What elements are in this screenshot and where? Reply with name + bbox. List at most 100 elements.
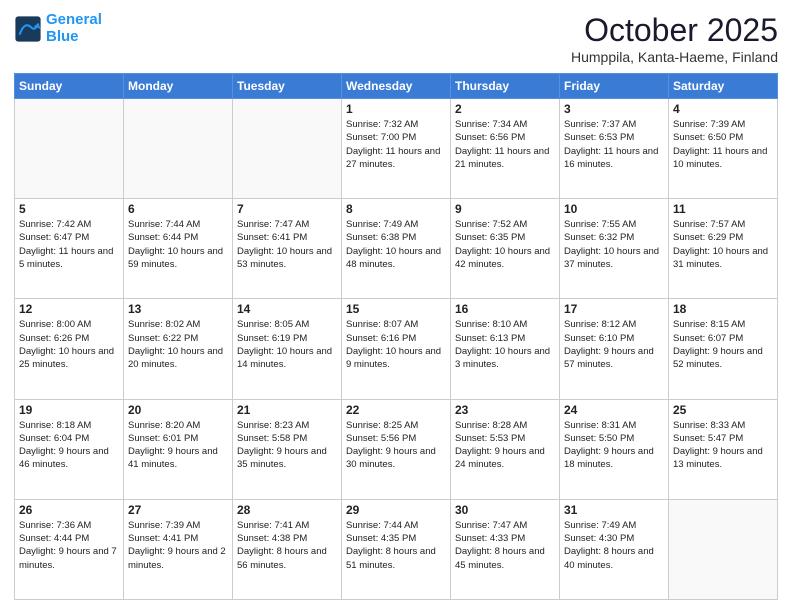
day-number: 14 [237,302,337,316]
week-row-3: 19 Sunrise: 8:18 AM Sunset: 6:04 PM Dayli… [15,399,778,499]
calendar-table: SundayMondayTuesdayWednesdayThursdayFrid… [14,73,778,600]
day-info: Sunrise: 8:05 AM Sunset: 6:19 PM Dayligh… [237,318,337,371]
calendar-cell [124,99,233,199]
day-number: 3 [564,102,664,116]
day-number: 12 [19,302,119,316]
calendar-cell: 4 Sunrise: 7:39 AM Sunset: 6:50 PM Daylig… [669,99,778,199]
week-row-4: 26Sunrise: 7:36 AM Sunset: 4:44 PM Dayli… [15,499,778,599]
day-info: Sunrise: 8:18 AM Sunset: 6:04 PM Dayligh… [19,419,119,472]
day-number: 27 [128,503,228,517]
day-info: Sunrise: 7:42 AM Sunset: 6:47 PM Dayligh… [19,218,119,271]
weekday-header-friday: Friday [560,74,669,99]
calendar-cell: 12 Sunrise: 8:00 AM Sunset: 6:26 PM Dayli… [15,299,124,399]
day-number: 6 [128,202,228,216]
day-info: Sunrise: 8:02 AM Sunset: 6:22 PM Dayligh… [128,318,228,371]
day-info: Sunrise: 7:41 AM Sunset: 4:38 PM Dayligh… [237,519,337,572]
day-number: 19 [19,403,119,417]
day-info: Sunrise: 7:39 AM Sunset: 6:50 PM Dayligh… [673,118,773,171]
calendar-cell: 20 Sunrise: 8:20 AM Sunset: 6:01 PM Dayli… [124,399,233,499]
weekday-header-sunday: Sunday [15,74,124,99]
calendar-cell: 26Sunrise: 7:36 AM Sunset: 4:44 PM Dayli… [15,499,124,599]
calendar-cell: 5 Sunrise: 7:42 AM Sunset: 6:47 PM Daylig… [15,199,124,299]
day-info: Sunrise: 8:20 AM Sunset: 6:01 PM Dayligh… [128,419,228,472]
month-title: October 2025 [571,12,778,49]
calendar-cell: 18Sunrise: 8:15 AM Sunset: 6:07 PM Dayli… [669,299,778,399]
title-block: October 2025 Humppila, Kanta-Haeme, Finl… [571,12,778,65]
calendar-cell: 27 Sunrise: 7:39 AM Sunset: 4:41 PM Dayli… [124,499,233,599]
calendar-cell: 17 Sunrise: 8:12 AM Sunset: 6:10 PM Dayli… [560,299,669,399]
day-info: Sunrise: 7:55 AM Sunset: 6:32 PM Dayligh… [564,218,664,271]
logo-line2: Blue [46,28,79,45]
calendar-cell: 30 Sunrise: 7:47 AM Sunset: 4:33 PM Dayli… [451,499,560,599]
day-number: 7 [237,202,337,216]
day-number: 25 [673,403,773,417]
calendar-cell: 9Sunrise: 7:52 AM Sunset: 6:35 PM Daylig… [451,199,560,299]
logo-line1: General [46,11,102,28]
calendar-cell [15,99,124,199]
weekday-header-row: SundayMondayTuesdayWednesdayThursdayFrid… [15,74,778,99]
calendar-cell: 14 Sunrise: 8:05 AM Sunset: 6:19 PM Dayli… [233,299,342,399]
day-number: 22 [346,403,446,417]
day-info: Sunrise: 7:39 AM Sunset: 4:41 PM Dayligh… [128,519,228,572]
calendar-cell: 31 Sunrise: 7:49 AM Sunset: 4:30 PM Dayli… [560,499,669,599]
calendar-cell: 19 Sunrise: 8:18 AM Sunset: 6:04 PM Dayli… [15,399,124,499]
calendar-cell: 23 Sunrise: 8:28 AM Sunset: 5:53 PM Dayli… [451,399,560,499]
day-number: 20 [128,403,228,417]
day-number: 21 [237,403,337,417]
logo: General Blue [14,12,102,45]
calendar-cell: 24Sunrise: 8:31 AM Sunset: 5:50 PM Dayli… [560,399,669,499]
header: General Blue October 2025 Humppila, Kant… [14,12,778,65]
day-number: 8 [346,202,446,216]
day-info: Sunrise: 8:15 AM Sunset: 6:07 PM Dayligh… [673,318,773,371]
calendar-cell: 15 Sunrise: 8:07 AM Sunset: 6:16 PM Dayli… [342,299,451,399]
week-row-0: 1 Sunrise: 7:32 AM Sunset: 7:00 PM Daylig… [15,99,778,199]
day-number: 31 [564,503,664,517]
day-info: Sunrise: 7:57 AM Sunset: 6:29 PM Dayligh… [673,218,773,271]
logo-text: General Blue [46,12,102,45]
day-info: Sunrise: 7:34 AM Sunset: 6:56 PM Dayligh… [455,118,555,171]
day-info: Sunrise: 8:07 AM Sunset: 6:16 PM Dayligh… [346,318,446,371]
weekday-header-thursday: Thursday [451,74,560,99]
day-info: Sunrise: 8:10 AM Sunset: 6:13 PM Dayligh… [455,318,555,371]
day-number: 15 [346,302,446,316]
calendar-cell: 7 Sunrise: 7:47 AM Sunset: 6:41 PM Daylig… [233,199,342,299]
day-number: 29 [346,503,446,517]
day-info: Sunrise: 7:44 AM Sunset: 6:44 PM Dayligh… [128,218,228,271]
day-number: 10 [564,202,664,216]
day-info: Sunrise: 8:28 AM Sunset: 5:53 PM Dayligh… [455,419,555,472]
day-info: Sunrise: 7:47 AM Sunset: 6:41 PM Dayligh… [237,218,337,271]
day-number: 11 [673,202,773,216]
day-info: Sunrise: 7:32 AM Sunset: 7:00 PM Dayligh… [346,118,446,171]
calendar-cell: 3Sunrise: 7:37 AM Sunset: 6:53 PM Daylig… [560,99,669,199]
day-number: 5 [19,202,119,216]
calendar-cell: 16 Sunrise: 8:10 AM Sunset: 6:13 PM Dayli… [451,299,560,399]
day-info: Sunrise: 8:12 AM Sunset: 6:10 PM Dayligh… [564,318,664,371]
page: General Blue October 2025 Humppila, Kant… [0,0,792,612]
calendar-cell [669,499,778,599]
day-info: Sunrise: 8:00 AM Sunset: 6:26 PM Dayligh… [19,318,119,371]
day-info: Sunrise: 7:47 AM Sunset: 4:33 PM Dayligh… [455,519,555,572]
calendar-cell [233,99,342,199]
day-number: 1 [346,102,446,116]
calendar-cell: 22Sunrise: 8:25 AM Sunset: 5:56 PM Dayli… [342,399,451,499]
calendar-cell: 28Sunrise: 7:41 AM Sunset: 4:38 PM Dayli… [233,499,342,599]
day-number: 4 [673,102,773,116]
day-number: 16 [455,302,555,316]
calendar-cell: 1 Sunrise: 7:32 AM Sunset: 7:00 PM Daylig… [342,99,451,199]
day-number: 30 [455,503,555,517]
logo-icon [14,15,42,43]
calendar-cell: 10 Sunrise: 7:55 AM Sunset: 6:32 PM Dayli… [560,199,669,299]
calendar-cell: 2Sunrise: 7:34 AM Sunset: 6:56 PM Daylig… [451,99,560,199]
day-info: Sunrise: 7:44 AM Sunset: 4:35 PM Dayligh… [346,519,446,572]
weekday-header-saturday: Saturday [669,74,778,99]
day-info: Sunrise: 7:49 AM Sunset: 4:30 PM Dayligh… [564,519,664,572]
day-info: Sunrise: 7:36 AM Sunset: 4:44 PM Dayligh… [19,519,119,572]
week-row-2: 12 Sunrise: 8:00 AM Sunset: 6:26 PM Dayli… [15,299,778,399]
day-number: 17 [564,302,664,316]
calendar-cell: 13Sunrise: 8:02 AM Sunset: 6:22 PM Dayli… [124,299,233,399]
day-number: 23 [455,403,555,417]
weekday-header-wednesday: Wednesday [342,74,451,99]
calendar-cell: 6 Sunrise: 7:44 AM Sunset: 6:44 PM Daylig… [124,199,233,299]
week-row-1: 5 Sunrise: 7:42 AM Sunset: 6:47 PM Daylig… [15,199,778,299]
day-info: Sunrise: 8:23 AM Sunset: 5:58 PM Dayligh… [237,419,337,472]
